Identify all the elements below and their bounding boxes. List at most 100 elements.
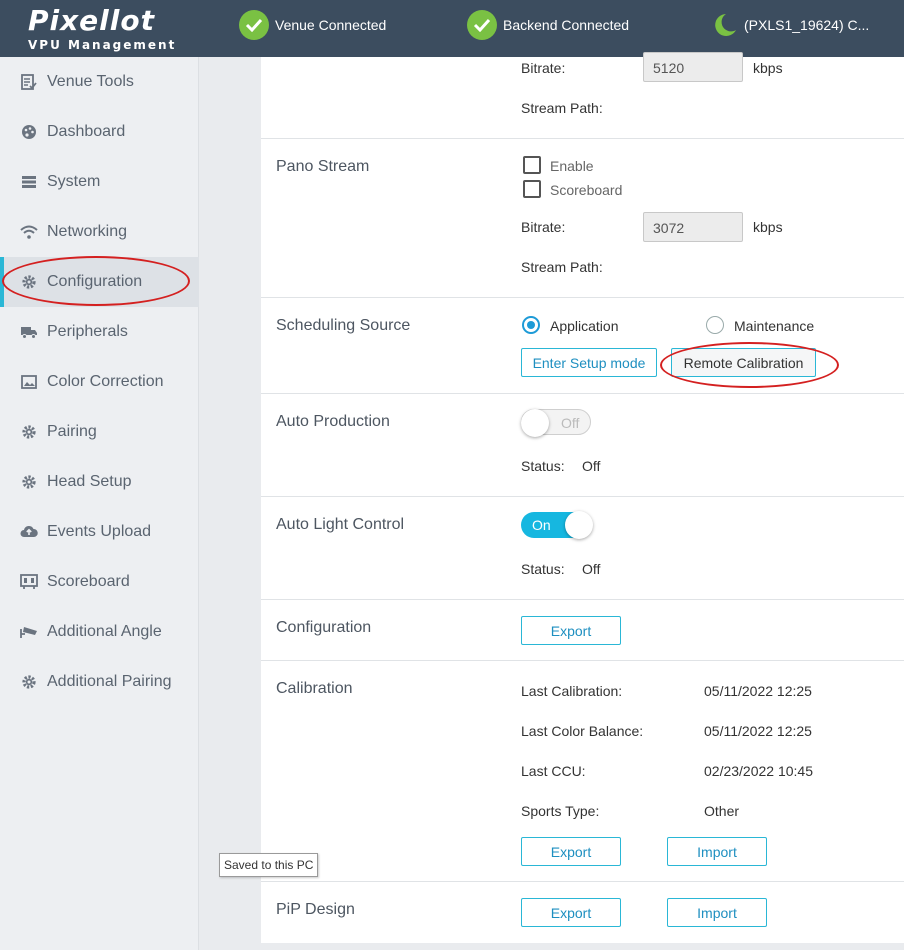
pano-scoreboard-checkbox[interactable] [523, 180, 541, 198]
auto-production-status-value: Off [582, 458, 601, 474]
enter-setup-mode-button[interactable]: Enter Setup mode [521, 348, 657, 377]
sidebar-item-label: Events Upload [47, 523, 152, 540]
remote-calibration-button[interactable]: Remote Calibration [671, 348, 816, 377]
truck-icon [19, 322, 39, 342]
saved-tooltip: Saved to this PC [219, 853, 319, 877]
pano-stream-title: Pano Stream [276, 158, 370, 175]
last-ccu-value: 02/23/2022 10:45 [704, 763, 813, 779]
calibration-import-button[interactable]: Import [667, 837, 767, 866]
logo-subtitle: VPU Management [28, 38, 177, 52]
gear-icon [19, 472, 39, 492]
sidebar-item-additional-angle[interactable]: Additional Angle [0, 607, 199, 657]
sidebar-item-head-setup[interactable]: Head Setup [0, 457, 199, 507]
sidebar-item-events-upload[interactable]: Events Upload [0, 507, 199, 557]
sports-type-value: Other [704, 803, 740, 819]
auto-light-status-value: Off [582, 561, 601, 577]
gear-icon [19, 672, 39, 692]
sidebar-item-label: Additional Angle [47, 623, 162, 640]
backend-status-label: Backend Connected [503, 17, 630, 33]
gear-icon [19, 272, 39, 292]
pixellot-logo[interactable]: Pixellot VPU Management [28, 4, 178, 54]
gear-icon [19, 422, 39, 442]
divider [261, 393, 904, 394]
scheduling-source-title: Scheduling Source [276, 317, 411, 334]
pano-bitrate-input[interactable]: 3072 [643, 212, 743, 242]
venue-status: Venue Connected [239, 10, 386, 40]
auto-light-toggle[interactable]: On [521, 511, 593, 539]
sidebar-item-scoreboard[interactable]: Scoreboard [0, 557, 199, 607]
divider [261, 496, 904, 497]
sidebar-item-peripherals[interactable]: Peripherals [0, 307, 199, 357]
auto-light-title: Auto Light Control [276, 516, 405, 533]
sidebar-item-pairing[interactable]: Pairing [0, 407, 199, 457]
last-calibration-label: Last Calibration: [521, 683, 623, 699]
radio-application[interactable] [522, 316, 540, 334]
backend-status: Backend Connected [467, 10, 629, 40]
moon-icon [708, 10, 738, 40]
pano-stream-path-label: Stream Path: [521, 259, 603, 275]
sidebar-item-label: System [47, 173, 101, 190]
sidebar-item-networking[interactable]: Networking [0, 207, 199, 257]
wifi-icon [19, 222, 39, 242]
sidebar-item-label: Networking [47, 223, 128, 240]
toggle-knob [565, 511, 593, 539]
divider [261, 881, 904, 882]
sidebar-item-label: Color Correction [47, 373, 164, 390]
last-calibration-value: 05/11/2022 12:25 [704, 683, 812, 699]
calibration-export-button[interactable]: Export [521, 837, 621, 866]
scoreboard-icon [19, 572, 39, 592]
toggle-text: On [532, 517, 551, 533]
sidebar-item-venue-tools[interactable]: Venue Tools [0, 57, 199, 107]
radio-maintenance[interactable] [706, 316, 724, 334]
sidebar-item-label: Venue Tools [47, 73, 134, 90]
auto-production-status-label: Status: [521, 458, 565, 474]
image-icon [19, 372, 39, 392]
stream-path-label: Stream Path: [521, 100, 603, 116]
palette-icon [19, 122, 39, 142]
sidebar-item-label: Dashboard [47, 123, 126, 140]
configuration-export-button[interactable]: Export [521, 616, 621, 645]
bitrate-label: Bitrate: [521, 60, 566, 76]
last-color-balance-value: 05/11/2022 12:25 [704, 723, 812, 739]
server-icon [19, 172, 39, 192]
top-header: Pixellot VPU Management Venue Connected … [0, 0, 904, 57]
pano-bitrate-unit: kbps [753, 219, 783, 235]
auto-production-title: Auto Production [276, 413, 390, 430]
sidebar-item-label: Scoreboard [47, 573, 130, 590]
sidebar-item-additional-pairing[interactable]: Additional Pairing [0, 657, 199, 707]
bitrate-unit: kbps [753, 60, 783, 76]
auto-light-status-label: Status: [521, 561, 565, 577]
radio-maintenance-label: Maintenance [734, 318, 815, 334]
venue-status-label: Venue Connected [275, 17, 387, 33]
sidebar-item-label: Head Setup [47, 473, 132, 490]
pip-import-button[interactable]: Import [667, 898, 767, 927]
device-name: (PXLS1_19624) C... [744, 17, 870, 33]
sidebar-item-system[interactable]: System [0, 157, 199, 207]
calibration-title: Calibration [276, 680, 353, 697]
pip-export-button[interactable]: Export [521, 898, 621, 927]
sidebar-item-label: Peripherals [47, 323, 128, 340]
radio-application-label: Application [550, 318, 619, 334]
sidebar-item-color-correction[interactable]: Color Correction [0, 357, 199, 407]
bitrate-input[interactable]: 5120 [643, 52, 743, 82]
logo-text: Pixellot [28, 4, 155, 37]
last-ccu-label: Last CCU: [521, 763, 586, 779]
pano-enable-checkbox[interactable] [523, 156, 541, 174]
sidebar-item-label: Additional Pairing [47, 673, 172, 690]
sidebar-item-configuration[interactable]: Configuration [0, 257, 199, 307]
check-icon [467, 10, 497, 40]
toggle-text: Off [561, 415, 580, 431]
sidebar-item-label: Configuration [47, 273, 143, 290]
checklist-icon [19, 72, 39, 92]
cctv-icon [19, 622, 39, 642]
auto-production-toggle[interactable]: Off [521, 409, 591, 437]
sidebar-item-dashboard[interactable]: Dashboard [0, 107, 199, 157]
divider [261, 297, 904, 298]
toggle-knob [521, 409, 549, 437]
last-color-balance-label: Last Color Balance: [521, 723, 644, 739]
pip-design-title: PiP Design [276, 901, 355, 918]
check-icon [239, 10, 269, 40]
divider [261, 599, 904, 600]
sidebar: Venue Tools Dashboard System Networking … [0, 57, 199, 950]
device-status[interactable]: (PXLS1_19624) C... [708, 10, 869, 40]
